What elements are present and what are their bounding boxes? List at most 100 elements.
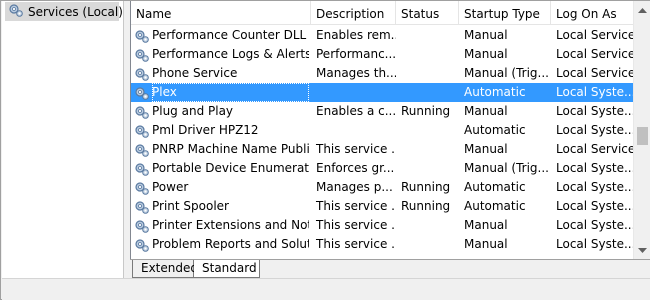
service-description: This service ... (316, 218, 396, 232)
table-row[interactable]: Problem Reports and Soluti... This servic… (131, 235, 633, 254)
service-status (396, 140, 459, 159)
service-status (396, 45, 459, 64)
service-startup-type: Manual (Trig... (464, 161, 549, 175)
column-header-log-on-as[interactable]: Log On As (551, 1, 633, 25)
view-tabs: Extended Standard (130, 259, 650, 278)
service-description: Manages th... (316, 66, 396, 80)
scroll-down-button[interactable] (634, 242, 650, 259)
service-description: This service ... (316, 237, 396, 251)
service-startup-type: Manual (464, 142, 508, 156)
service-startup-type: Automatic (464, 123, 526, 137)
service-startup-type: Manual (464, 104, 508, 118)
service-log-on-as: Local Service (556, 66, 633, 80)
tab-standard[interactable]: Standard (194, 260, 260, 278)
service-name: Plex (152, 83, 309, 102)
service-name-cell: Portable Device Enumerator... (131, 159, 311, 178)
service-log-on-as: Local Syste... (556, 180, 633, 194)
column-header-description[interactable]: Description (311, 1, 396, 25)
service-name-cell: Problem Reports and Soluti... (131, 235, 311, 254)
service-status (396, 235, 459, 254)
status-bar (2, 278, 650, 300)
service-description: Enforces gr... (316, 161, 395, 175)
vertical-scrollbar[interactable] (633, 1, 650, 259)
service-description: Performanc... (316, 47, 396, 61)
service-status (396, 159, 459, 178)
service-description: Enables rem... (316, 28, 396, 42)
service-gear-icon (134, 28, 150, 45)
table-row[interactable]: Portable Device Enumerator... Enforces gr… (131, 159, 633, 178)
service-description: Manages p... (316, 180, 393, 194)
service-description (311, 83, 396, 102)
service-name-cell: Performance Logs & Alerts (131, 45, 311, 64)
service-name: Printer Extensions and Notif... (152, 218, 309, 232)
tree-item-services-local[interactable]: Services (Local) (5, 2, 123, 21)
service-status (396, 64, 459, 83)
column-header-status[interactable]: Status (396, 1, 459, 25)
services-window: Services (Local) Name Description Status… (0, 0, 650, 300)
service-name-cell: Plug and Play (131, 102, 311, 121)
table-row[interactable]: Performance Logs & Alerts Performanc... Ma… (131, 45, 633, 64)
tree-pane: Services (Local) (2, 1, 124, 278)
service-description: This service ... (316, 199, 396, 213)
service-name-cell: Printer Extensions and Notif... (131, 216, 311, 235)
service-status (396, 216, 459, 235)
service-status: Running (401, 180, 451, 194)
service-startup-type: Manual (464, 47, 508, 61)
service-gear-icon (134, 85, 150, 102)
scroll-up-button[interactable] (634, 1, 650, 18)
service-startup-type: Manual (Trig... (464, 66, 549, 80)
service-gear-icon (134, 66, 150, 83)
service-gear-icon (134, 199, 150, 216)
service-startup-type: Manual (464, 237, 508, 251)
service-log-on-as: Local Service (556, 28, 633, 42)
tab-extended[interactable]: Extended (132, 260, 198, 278)
table-row[interactable]: Pml Driver HPZ12 Automatic Local Syste... (131, 121, 633, 140)
service-description: This service ... (316, 142, 396, 156)
service-name-cell: PNRP Machine Name Publi... (131, 140, 311, 159)
service-log-on-as: Local Syste... (556, 123, 633, 137)
table-row[interactable]: Plug and Play Enables a c... Running Manual… (131, 102, 633, 121)
services-gear-icon (8, 2, 24, 21)
service-gear-icon (134, 237, 150, 254)
table-row[interactable]: Print Spooler This service ... Running Auto… (131, 197, 633, 216)
service-startup-type: Automatic (464, 85, 526, 99)
service-name-cell: Power (131, 178, 311, 197)
service-name-cell: Plex (131, 83, 311, 102)
table-row[interactable]: Phone Service Manages th... Manual (Trig..… (131, 64, 633, 83)
table-row[interactable]: PNRP Machine Name Publi... This service .… (131, 140, 633, 159)
column-header-name[interactable]: Name (131, 1, 311, 25)
service-name-cell: Phone Service (131, 64, 311, 83)
service-description (311, 121, 396, 140)
table-row[interactable]: Power Manages p... Running Automatic Local S… (131, 178, 633, 197)
service-name: Plug and Play (152, 104, 234, 118)
service-status (396, 26, 459, 45)
scroll-thumb[interactable] (637, 127, 648, 145)
services-list: Name Description Status Startup Type Log… (130, 1, 650, 259)
table-row[interactable]: Printer Extensions and Notif... This serv… (131, 216, 633, 235)
service-log-on-as: Local Service (556, 142, 633, 156)
service-log-on-as: Local Syste... (556, 104, 633, 118)
service-name: Problem Reports and Soluti... (152, 237, 309, 251)
service-log-on-as: Local Syste... (556, 199, 633, 213)
chevron-down-icon (638, 247, 647, 253)
service-name: Pml Driver HPZ12 (152, 123, 259, 137)
service-status (396, 121, 459, 140)
service-gear-icon (134, 180, 150, 197)
service-name: Phone Service (152, 66, 238, 80)
table-row[interactable]: Performance Counter DLL ... Enables rem..… (131, 26, 633, 45)
service-log-on-as: Local Service (556, 47, 633, 61)
service-log-on-as: Local Syste... (556, 218, 633, 232)
service-name: Performance Counter DLL ... (152, 28, 309, 42)
table-row[interactable]: Plex Automatic Local Syste... (131, 83, 633, 102)
service-name: Print Spooler (152, 199, 229, 213)
service-startup-type: Automatic (464, 180, 526, 194)
service-name-cell: Performance Counter DLL ... (131, 26, 311, 45)
service-startup-type: Manual (464, 28, 508, 42)
service-startup-type: Automatic (464, 199, 526, 213)
service-name: Power (152, 180, 189, 194)
service-name-cell: Print Spooler (131, 197, 311, 216)
chevron-up-icon (638, 7, 647, 13)
column-header-startup-type[interactable]: Startup Type (459, 1, 551, 25)
column-header-row: Name Description Status Startup Type Log… (131, 1, 633, 25)
service-log-on-as: Local Syste... (556, 161, 633, 175)
